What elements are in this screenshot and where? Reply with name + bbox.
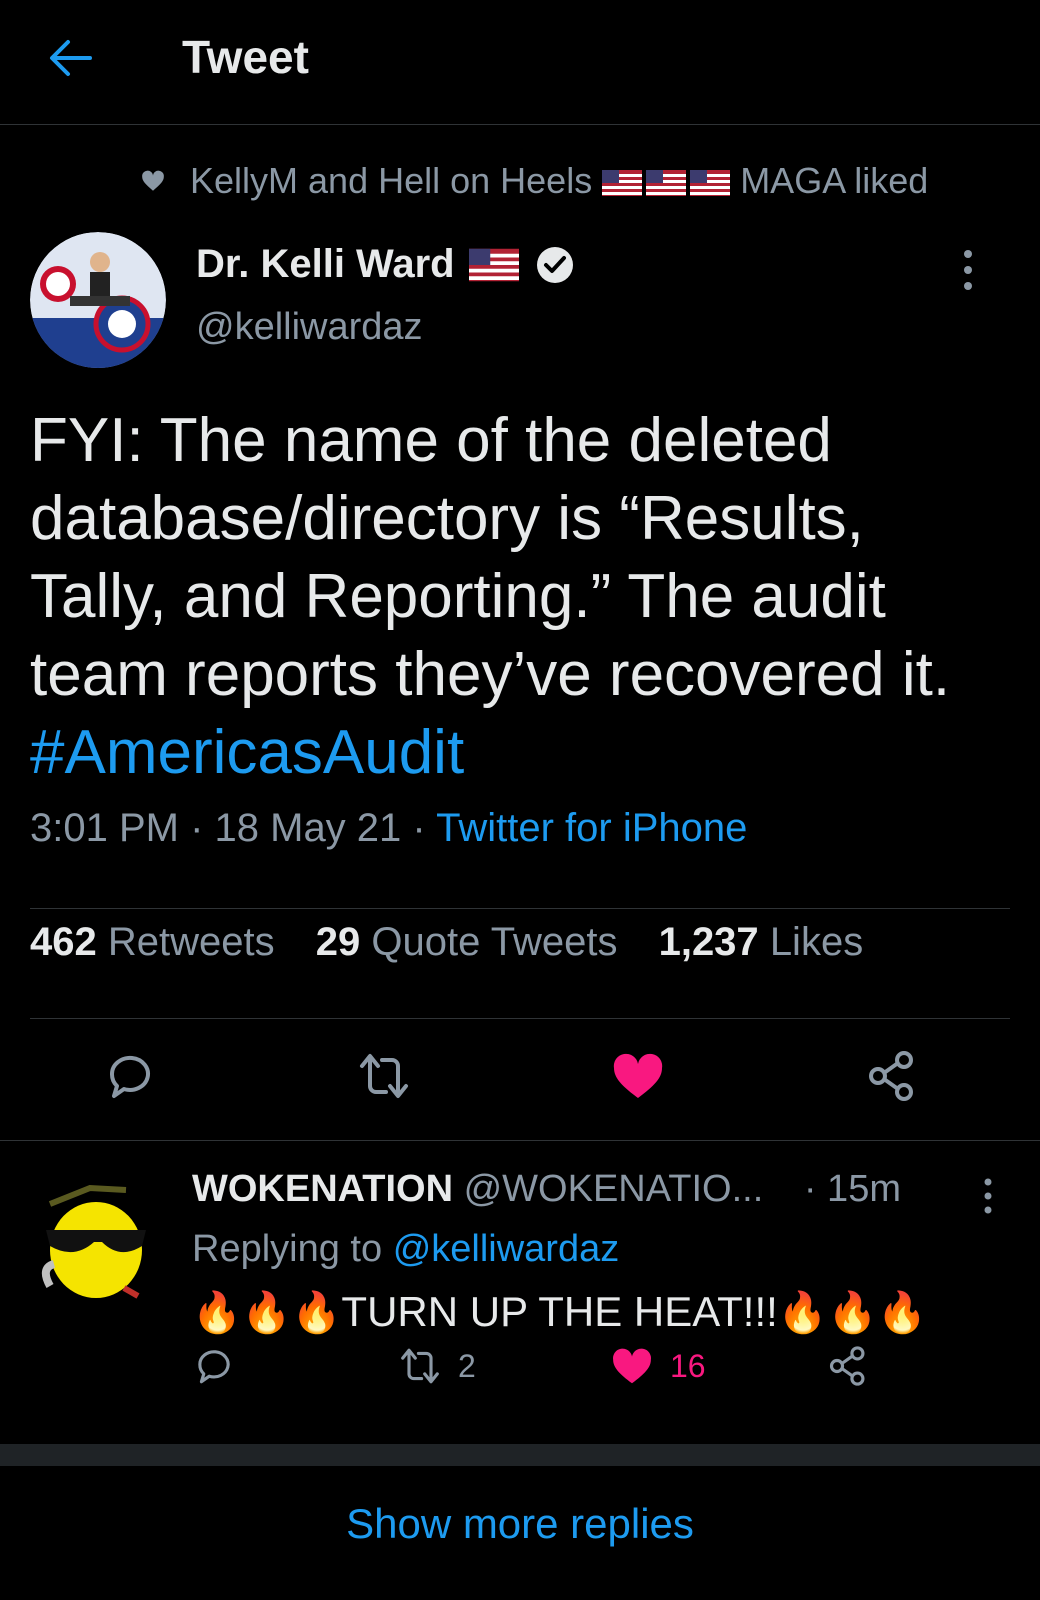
reply-reply-button[interactable] [192, 1344, 252, 1388]
retweet-icon [401, 1348, 439, 1384]
reply-share-button[interactable] [826, 1344, 886, 1388]
likes-stat[interactable]: 1,237 Likes [659, 920, 864, 964]
page-title: Tweet [182, 31, 309, 83]
reply-author-handle[interactable]: @WOKENATIO... [464, 1168, 764, 1210]
show-more-replies-button[interactable]: Show more replies [0, 1500, 1040, 1548]
author-name-row[interactable]: Dr. Kelli Ward [196, 242, 575, 287]
reply-timestamp: · 15m [803, 1168, 901, 1210]
tweet-meta: 3:01 PM · 18 May 21 · Twitter for iPhone [30, 806, 747, 851]
likes-label: Likes [769, 920, 864, 964]
us-flag-icon [468, 248, 519, 281]
tweet-timestamp[interactable]: 3:01 PM · 18 May 21 · [30, 806, 426, 850]
social-context-action: MAGA liked [740, 160, 929, 201]
reply-avatar[interactable] [30, 1176, 166, 1312]
hashtag-link[interactable]: #AmericasAudit [30, 718, 464, 787]
quotes-label: Quote Tweets [371, 920, 618, 964]
like-icon[interactable] [610, 1048, 666, 1104]
us-flag-icon [690, 170, 731, 197]
reply-header: WOKENATION @WOKENATIO... · 15m [192, 1168, 901, 1211]
replying-to-prefix: Replying to [192, 1228, 383, 1270]
tweet-stats: 462 Retweets 29 Quote Tweets 1,237 Likes [30, 920, 893, 965]
heart-icon [142, 170, 164, 191]
more-options-icon[interactable] [978, 1176, 998, 1216]
tweet-body: FYI: The name of the deleted database/di… [30, 406, 951, 709]
replying-to: Replying to @kelliwardaz [192, 1228, 619, 1271]
more-options-icon[interactable] [956, 248, 980, 292]
us-flag-icon [646, 170, 687, 197]
reply-body: TURN UP THE HEAT!!! [341, 1288, 778, 1335]
retweet-icon[interactable] [356, 1048, 412, 1104]
quote-tweets-stat[interactable]: 29 Quote Tweets [316, 920, 618, 964]
reply-text: 🔥🔥🔥TURN UP THE HEAT!!!🔥🔥🔥 [192, 1288, 927, 1336]
author-name: Dr. Kelli Ward [196, 242, 455, 286]
divider [0, 1140, 1040, 1141]
social-context-names: KellyM and Hell on Heels [190, 160, 593, 201]
verified-badge-icon [536, 246, 573, 283]
author-avatar[interactable] [30, 232, 166, 368]
back-arrow-icon[interactable] [46, 34, 94, 82]
social-context[interactable]: KellyM and Hell on Heels MAGA liked [140, 156, 928, 206]
share-icon [829, 1346, 865, 1386]
quotes-count: 29 [315, 920, 361, 964]
reply-author-name[interactable]: WOKENATION [192, 1168, 453, 1210]
reply-like-button[interactable]: 16 [610, 1344, 706, 1388]
divider [30, 908, 1010, 909]
fire-emoji: 🔥🔥🔥 [777, 1291, 928, 1335]
likes-count: 1,237 [658, 920, 759, 964]
reply-icon [198, 1350, 230, 1384]
retweets-label: Retweets [107, 920, 275, 964]
share-icon[interactable] [864, 1048, 920, 1104]
divider [30, 1018, 1010, 1019]
reply-like-count: 16 [670, 1347, 706, 1384]
retweets-count: 462 [30, 920, 97, 964]
mention-link[interactable]: @kelliwardaz [393, 1228, 620, 1270]
tweet-source-link[interactable]: Twitter for iPhone [436, 806, 747, 850]
tweet-text: FYI: The name of the deleted database/di… [30, 402, 1010, 792]
like-icon [613, 1348, 651, 1384]
top-bar: Tweet [0, 0, 1040, 125]
retweets-stat[interactable]: 462 Retweets [30, 920, 275, 964]
us-flag-icon [602, 170, 643, 197]
fire-emoji: 🔥🔥🔥 [192, 1291, 342, 1335]
reply-icon[interactable] [102, 1048, 158, 1104]
section-separator [0, 1444, 1040, 1466]
reply-retweet-count: 2 [458, 1347, 476, 1384]
reply-retweet-button[interactable]: 2 [398, 1344, 476, 1388]
author-handle[interactable]: @kelliwardaz [196, 306, 423, 349]
